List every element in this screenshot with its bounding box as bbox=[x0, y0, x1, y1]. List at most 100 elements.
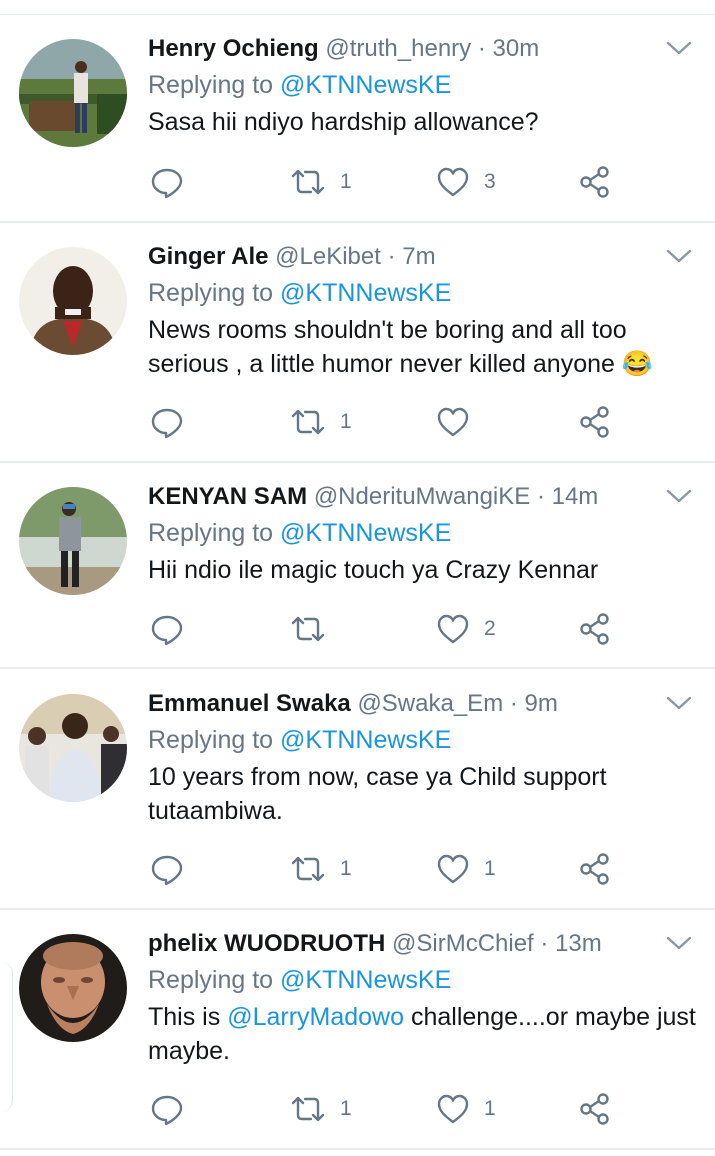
tweet-time[interactable]: 30m bbox=[493, 35, 540, 62]
overlay-edge bbox=[0, 962, 13, 1112]
tweet-time[interactable]: 13m bbox=[555, 930, 602, 957]
author-handle[interactable]: @truth_henry bbox=[325, 35, 471, 62]
tweet[interactable]: Emmanuel Swaka @Swaka_Em · 9m Replying t… bbox=[0, 686, 715, 908]
chevron-down-icon[interactable] bbox=[665, 694, 693, 712]
chevron-down-icon[interactable] bbox=[665, 39, 693, 57]
author-handle[interactable]: @Swaka_Em bbox=[357, 690, 503, 717]
author-name[interactable]: Henry Ochieng bbox=[148, 35, 319, 62]
author-handle[interactable]: @SirMcChief bbox=[392, 930, 534, 957]
mention-link[interactable]: @KTNNewsKE bbox=[280, 966, 451, 994]
share-button[interactable] bbox=[578, 162, 612, 202]
reply-icon bbox=[151, 168, 183, 199]
like-button[interactable]: 3 bbox=[436, 162, 496, 202]
avatar[interactable] bbox=[19, 934, 127, 1042]
mention-link[interactable]: @LarryMadowo bbox=[227, 1003, 404, 1031]
author-name[interactable]: Ginger Ale bbox=[148, 243, 268, 270]
mention-link[interactable]: @KTNNewsKE bbox=[280, 279, 451, 307]
tweet-time[interactable]: 14m bbox=[552, 483, 599, 510]
chevron-down-icon[interactable] bbox=[665, 934, 693, 952]
share-icon bbox=[580, 166, 609, 198]
share-button[interactable] bbox=[578, 609, 612, 649]
avatar[interactable] bbox=[19, 694, 127, 802]
reply-icon bbox=[151, 408, 183, 439]
tweet-text: News rooms shouldn't be boring and all t… bbox=[148, 316, 653, 378]
author-name[interactable]: KENYAN SAM bbox=[148, 483, 307, 510]
tweet-time[interactable]: 9m bbox=[525, 690, 558, 717]
tweet-divider bbox=[0, 221, 715, 223]
tweet-text-part: This is bbox=[148, 1003, 228, 1031]
retweet-button[interactable]: 1 bbox=[290, 402, 352, 442]
tweet[interactable]: Henry Ochieng @truth_henry · 30m Replyin… bbox=[0, 31, 715, 221]
mention-link[interactable]: @KTNNewsKE bbox=[280, 519, 451, 547]
like-count: 2 bbox=[484, 617, 496, 640]
replying-to: Replying to @KTNNewsKE bbox=[148, 515, 451, 551]
retweet-icon bbox=[291, 409, 325, 435]
like-button[interactable]: 1 bbox=[436, 849, 496, 889]
statue-bust-avatar-icon bbox=[19, 934, 127, 1042]
author-name[interactable]: Emmanuel Swaka bbox=[148, 690, 351, 717]
reply-button[interactable] bbox=[150, 849, 184, 889]
person-group-avatar-icon bbox=[19, 694, 127, 802]
like-count: 1 bbox=[484, 1097, 496, 1120]
like-button[interactable]: 2 bbox=[436, 609, 496, 649]
heart-icon bbox=[437, 167, 469, 197]
retweet-icon bbox=[291, 169, 325, 195]
person-smiling-avatar-icon bbox=[19, 247, 127, 355]
share-button[interactable] bbox=[578, 402, 612, 442]
replying-to-label: Replying to bbox=[148, 726, 281, 754]
tweet-time[interactable]: 7m bbox=[402, 243, 435, 270]
avatar[interactable] bbox=[19, 39, 127, 147]
tweet-text: 10 years from now, case ya Child support… bbox=[148, 763, 607, 825]
retweet-button[interactable]: 1 bbox=[290, 1089, 352, 1129]
like-count: 1 bbox=[484, 857, 496, 880]
tweet[interactable]: KENYAN SAM @NderituMwangiKE · 14m Replyi… bbox=[0, 479, 715, 667]
tweet-text: Hii ndio ile magic touch ya Crazy Kennar bbox=[148, 556, 599, 584]
separator-dot: · bbox=[509, 690, 518, 717]
chevron-down-icon[interactable] bbox=[665, 487, 693, 505]
heart-icon bbox=[437, 614, 469, 644]
like-button[interactable]: 1 bbox=[436, 1089, 496, 1129]
mention-link[interactable]: @KTNNewsKE bbox=[280, 726, 451, 754]
tweet-divider bbox=[0, 1148, 715, 1150]
reply-button[interactable] bbox=[150, 1089, 184, 1129]
retweet-button[interactable]: 1 bbox=[290, 849, 352, 889]
tweet[interactable]: Ginger Ale @LeKibet · 7m Replying to @KT… bbox=[0, 239, 715, 461]
chevron-down-icon[interactable] bbox=[665, 247, 693, 265]
heart-icon bbox=[437, 407, 469, 437]
separator-dot: · bbox=[540, 930, 549, 957]
person-outdoor-avatar-icon bbox=[19, 39, 127, 147]
share-button[interactable] bbox=[578, 1089, 612, 1129]
author-name[interactable]: phelix WUODRUOTH bbox=[148, 930, 385, 957]
replying-to-label: Replying to bbox=[148, 71, 281, 99]
replying-to: Replying to @KTNNewsKE bbox=[148, 67, 451, 103]
like-button[interactable] bbox=[436, 402, 484, 442]
tweet[interactable]: phelix WUODRUOTH @SirMcChief · 13m Reply… bbox=[0, 926, 715, 1148]
share-icon bbox=[580, 1093, 609, 1125]
share-icon bbox=[580, 613, 609, 645]
separator-dot: · bbox=[477, 35, 486, 62]
reply-button[interactable] bbox=[150, 609, 184, 649]
retweet-count: 1 bbox=[340, 857, 352, 880]
mention-link[interactable]: @KTNNewsKE bbox=[280, 71, 451, 99]
retweet-button[interactable] bbox=[290, 609, 340, 649]
like-count: 3 bbox=[484, 170, 496, 193]
replying-to: Replying to @KTNNewsKE bbox=[148, 275, 451, 311]
replying-to-label: Replying to bbox=[148, 279, 281, 307]
tweet-text: This is @LarryMadowo challenge....or may… bbox=[148, 1000, 703, 1068]
reply-button[interactable] bbox=[150, 162, 184, 202]
top-divider bbox=[0, 14, 715, 15]
reply-icon bbox=[151, 1095, 183, 1126]
heart-icon bbox=[437, 1094, 469, 1124]
share-button[interactable] bbox=[578, 849, 612, 889]
author-handle[interactable]: @NderituMwangiKE bbox=[314, 483, 530, 510]
author-handle[interactable]: @LeKibet bbox=[275, 243, 381, 270]
retweet-button[interactable]: 1 bbox=[290, 162, 352, 202]
avatar[interactable] bbox=[19, 247, 127, 355]
retweet-count: 1 bbox=[340, 410, 352, 433]
replying-to-label: Replying to bbox=[148, 966, 281, 994]
reply-button[interactable] bbox=[150, 402, 184, 442]
avatar[interactable] bbox=[19, 487, 127, 595]
replying-to: Replying to @KTNNewsKE bbox=[148, 962, 451, 998]
retweet-count: 1 bbox=[340, 1097, 352, 1120]
reply-icon bbox=[151, 615, 183, 646]
